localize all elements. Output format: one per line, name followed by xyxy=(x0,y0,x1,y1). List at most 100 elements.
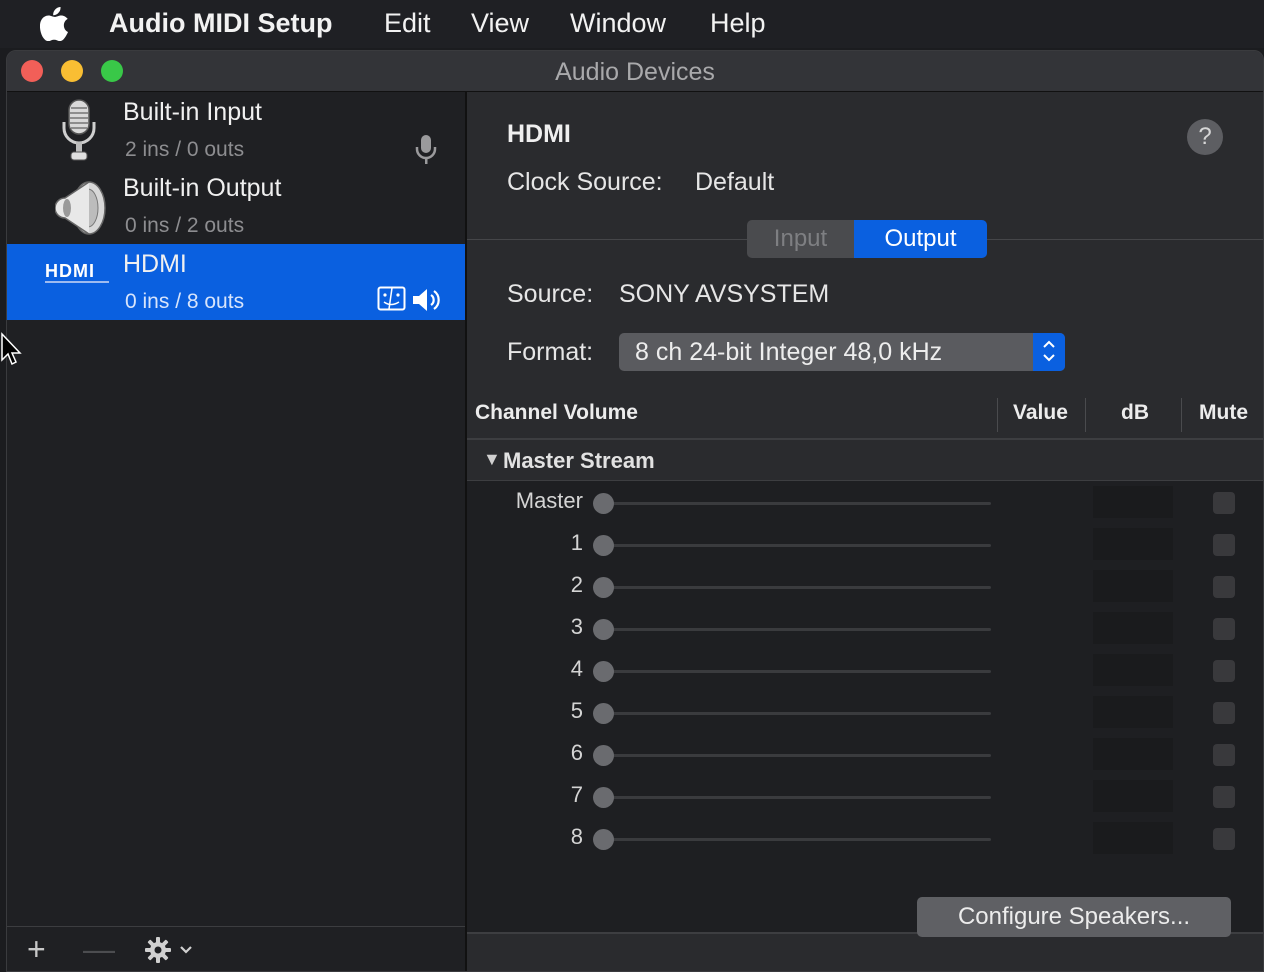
group-label: Master Stream xyxy=(503,448,655,473)
volume-slider-knob[interactable] xyxy=(593,787,614,808)
volume-slider-track[interactable] xyxy=(603,712,991,715)
volume-slider-track[interactable] xyxy=(603,502,991,505)
help-button[interactable]: ? xyxy=(1187,119,1223,155)
value-field[interactable] xyxy=(1093,654,1173,686)
device-detail-panel: HDMI ? Clock Source: Default Input Outpu… xyxy=(467,92,1263,971)
volume-slider-track[interactable] xyxy=(603,586,991,589)
mute-checkbox[interactable] xyxy=(1213,534,1235,556)
column-header-mute[interactable]: Mute xyxy=(1199,392,1248,438)
volume-slider-knob[interactable] xyxy=(593,703,614,724)
device-item-hdmi[interactable]: HDMI HDMI 0 ins / 8 outs xyxy=(7,244,465,320)
format-value: 8 ch 24-bit Integer 48,0 kHz xyxy=(635,338,943,366)
format-label: Format: xyxy=(507,338,594,366)
volume-slider-track[interactable] xyxy=(603,544,991,547)
audio-devices-window: Audio Devices Built-in Input 2 ins / 0 o… xyxy=(6,50,1264,972)
device-io: 0 ins / 8 outs xyxy=(125,290,245,313)
mute-checkbox[interactable] xyxy=(1213,828,1235,850)
mute-checkbox[interactable] xyxy=(1213,576,1235,598)
apple-icon[interactable] xyxy=(40,7,70,41)
clock-source-label: Clock Source: xyxy=(507,168,663,196)
value-field[interactable] xyxy=(1093,486,1173,518)
volume-slider-knob[interactable] xyxy=(593,829,614,850)
volume-slider-track[interactable] xyxy=(603,754,991,757)
device-item-built-in-input[interactable]: Built-in Input 2 ins / 0 outs xyxy=(7,92,465,168)
device-io: 0 ins / 2 outs xyxy=(125,214,245,237)
column-divider xyxy=(1085,398,1086,432)
volume-slider-track[interactable] xyxy=(603,628,991,631)
volume-slider-track[interactable] xyxy=(603,670,991,673)
format-select[interactable]: 8 ch 24-bit Integer 48,0 kHz xyxy=(619,333,1065,371)
volume-slider-track[interactable] xyxy=(603,796,991,799)
column-divider xyxy=(997,398,998,432)
mute-checkbox[interactable] xyxy=(1213,786,1235,808)
value-field[interactable] xyxy=(1093,822,1173,854)
source-value: SONY AVSYSTEM xyxy=(619,280,830,308)
value-field[interactable] xyxy=(1093,528,1173,560)
menu-edit[interactable]: Edit xyxy=(384,8,431,39)
volume-slider-track[interactable] xyxy=(603,838,991,841)
volume-slider-knob[interactable] xyxy=(593,535,614,556)
channel-label: 5 xyxy=(570,698,583,723)
tab-output[interactable]: Output xyxy=(854,220,987,258)
mute-checkbox[interactable] xyxy=(1213,618,1235,640)
device-name: Built-in Input xyxy=(123,98,262,126)
value-field[interactable] xyxy=(1093,780,1173,812)
column-divider xyxy=(1181,398,1182,432)
finder-icon xyxy=(377,286,406,311)
channel-row: 2 xyxy=(467,566,1263,608)
channel-row: 6 xyxy=(467,734,1263,776)
divider xyxy=(467,932,1263,971)
value-field[interactable] xyxy=(1093,738,1173,770)
device-item-built-in-output[interactable]: Built-in Output 0 ins / 2 outs xyxy=(7,168,465,244)
volume-slider-knob[interactable] xyxy=(593,493,614,514)
value-field[interactable] xyxy=(1093,696,1173,728)
channel-label: 4 xyxy=(570,656,583,681)
microphone-icon xyxy=(62,99,96,161)
menu-app-name[interactable]: Audio MIDI Setup xyxy=(109,8,332,39)
channel-label: 3 xyxy=(570,614,583,639)
channel-row: 1 xyxy=(467,524,1263,566)
input-indicator-icon xyxy=(415,135,437,164)
channel-label: 8 xyxy=(570,824,583,849)
value-field[interactable] xyxy=(1093,612,1173,644)
channel-row: 5 xyxy=(467,692,1263,734)
column-header-channel[interactable]: Channel Volume xyxy=(475,392,638,438)
menu-help[interactable]: Help xyxy=(710,8,766,39)
speaker-icon xyxy=(55,181,106,235)
channel-label: 2 xyxy=(570,572,583,597)
column-header-db[interactable]: dB xyxy=(1121,392,1149,438)
volume-slider-knob[interactable] xyxy=(593,745,614,766)
configure-speakers-button[interactable]: Configure Speakers... xyxy=(917,897,1231,937)
remove-device-button[interactable]: — xyxy=(83,931,115,968)
master-stream-group[interactable]: ▼ Master Stream xyxy=(467,440,1263,481)
gear-icon[interactable] xyxy=(143,935,199,965)
mute-checkbox[interactable] xyxy=(1213,744,1235,766)
device-list: Built-in Input 2 ins / 0 outs Built-in O… xyxy=(7,92,467,971)
value-field[interactable] xyxy=(1093,570,1173,602)
volume-slider-knob[interactable] xyxy=(593,577,614,598)
channel-label: Master xyxy=(515,488,583,513)
disclosure-triangle-icon[interactable]: ▼ xyxy=(483,449,501,470)
channel-label: 7 xyxy=(570,782,583,807)
mute-checkbox[interactable] xyxy=(1213,660,1235,682)
mute-checkbox[interactable] xyxy=(1213,702,1235,724)
channel-volume-table: Channel Volume Value dB Mute ▼ Master St… xyxy=(467,392,1263,932)
svg-text:HDMI: HDMI xyxy=(45,261,95,281)
channel-row: 3 xyxy=(467,608,1263,650)
volume-slider-knob[interactable] xyxy=(593,619,614,640)
tab-input[interactable]: Input xyxy=(747,220,854,258)
device-name: HDMI xyxy=(123,250,187,278)
device-name: Built-in Output xyxy=(123,174,282,202)
volume-slider-knob[interactable] xyxy=(593,661,614,682)
title-bar[interactable]: Audio Devices xyxy=(7,51,1263,92)
output-speaker-icon xyxy=(413,289,440,311)
clock-source-value[interactable]: Default xyxy=(695,168,774,197)
menu-view[interactable]: View xyxy=(471,8,529,39)
menu-window[interactable]: Window xyxy=(570,8,666,39)
column-header-value[interactable]: Value xyxy=(1013,392,1068,438)
channel-row: Master xyxy=(467,482,1263,524)
hdmi-icon: HDMI xyxy=(45,261,109,283)
channel-row: 4 xyxy=(467,650,1263,692)
mute-checkbox[interactable] xyxy=(1213,492,1235,514)
add-device-button[interactable]: + xyxy=(27,931,46,968)
